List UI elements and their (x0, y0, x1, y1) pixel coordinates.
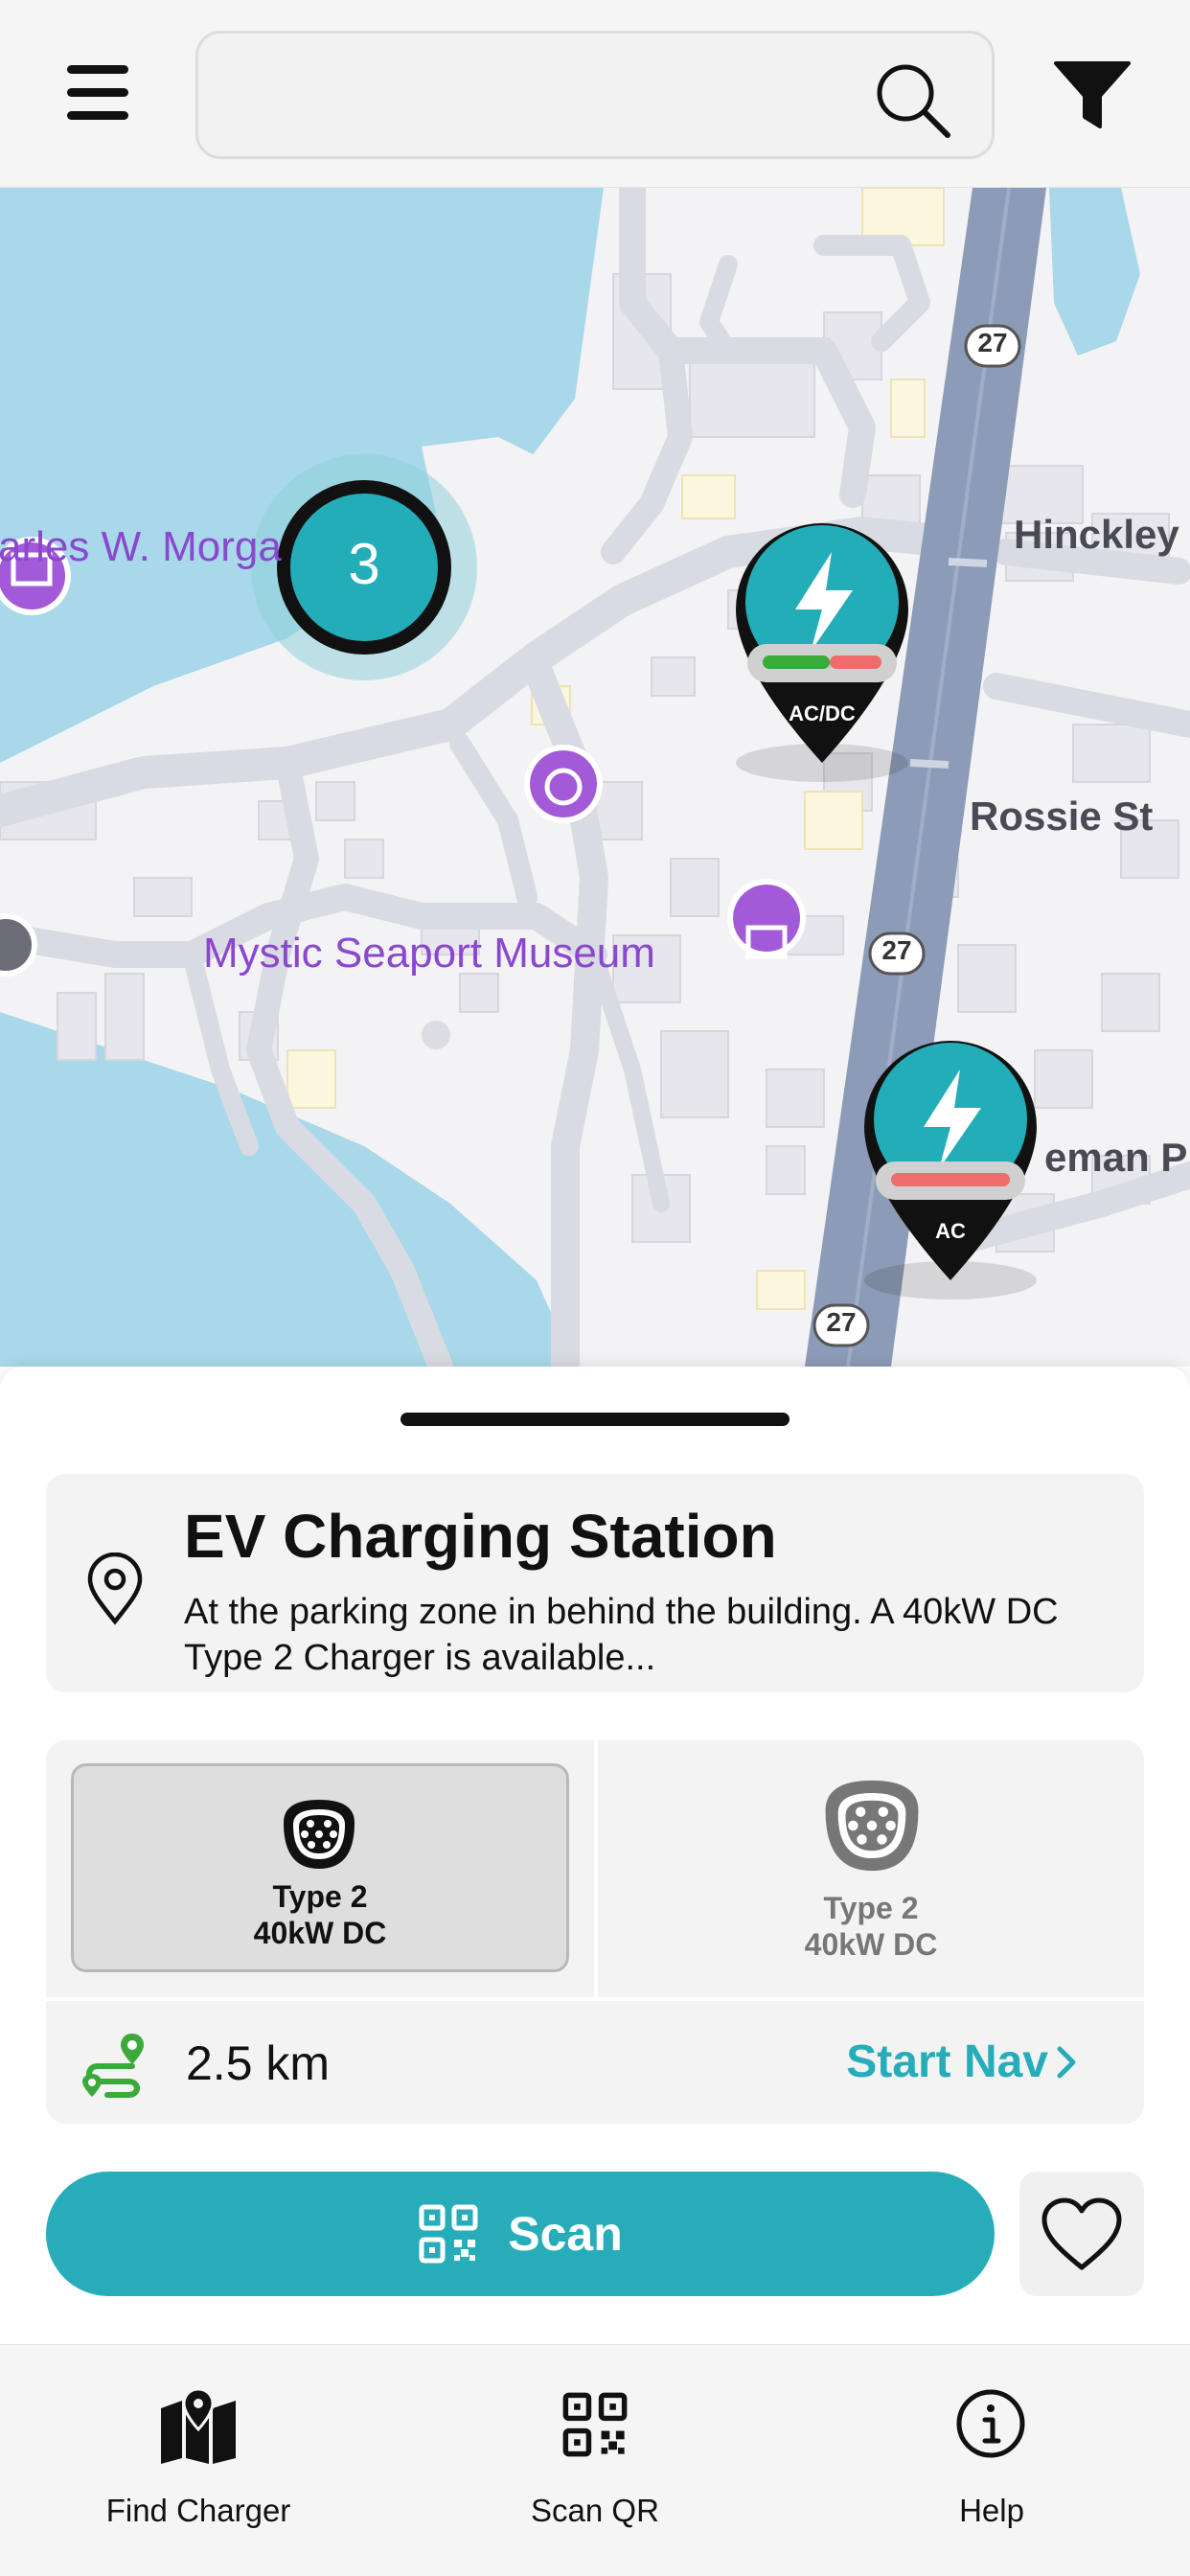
connector-power: 40kW DC (253, 1916, 387, 1950)
route-shield: 27 (826, 1307, 857, 1337)
map-label-seaport: Mystic Seaport Museum (203, 930, 655, 977)
connector-panel: Type 2 40kW DC Type 2 40kW DC 2.5 km Sta… (46, 1740, 1144, 2124)
map-label-hinckley: Hinckley (1014, 512, 1179, 557)
sheet-drag-handle[interactable] (400, 1413, 790, 1426)
type2-plug-icon (825, 1780, 919, 1872)
search-input[interactable] (223, 53, 856, 139)
route-shield: 27 (977, 328, 1008, 357)
qr-icon (562, 2392, 628, 2457)
connector-type: Type 2 (823, 1891, 919, 1925)
location-pin-icon (87, 1552, 143, 1625)
map-label-street: eman P (1044, 1135, 1188, 1180)
tab-find-charger[interactable]: Find Charger (0, 2345, 397, 2576)
map-icon (161, 2387, 236, 2464)
station-sheet: EV Charging Station At the parking zone … (0, 1367, 1190, 2344)
qr-icon (419, 2204, 478, 2264)
tab-label: Scan QR (531, 2493, 659, 2528)
search-icon[interactable] (873, 60, 953, 141)
map-canvas (0, 188, 1190, 1367)
scan-button[interactable]: Scan (46, 2172, 995, 2296)
route-shield: 27 (881, 935, 912, 965)
charger-marker-type[interactable]: AC (903, 1219, 998, 1244)
info-icon (956, 2389, 1025, 2458)
filter-icon[interactable] (1052, 59, 1133, 132)
heart-icon (1041, 2197, 1122, 2270)
station-info-card[interactable]: EV Charging Station At the parking zone … (46, 1474, 1144, 1692)
search-bar[interactable] (195, 31, 995, 159)
tab-label: Find Charger (105, 2493, 291, 2528)
tab-label: Help (959, 2493, 1024, 2528)
station-title: EV Charging Station (184, 1502, 777, 1571)
top-bar (0, 0, 1190, 188)
distance-value: 2.5 km (186, 2036, 331, 2090)
favorite-button[interactable] (1019, 2172, 1144, 2296)
connector-type: Type 2 (272, 1879, 368, 1914)
type2-plug-icon (284, 1800, 355, 1869)
connector-option[interactable]: Type 2 40kW DC (46, 1740, 594, 1997)
charger-marker-type[interactable]: AC/DC (774, 702, 870, 726)
cluster-marker[interactable]: 3 (326, 531, 402, 597)
map-view[interactable]: arles W. Morga Mystic Seaport Museum Hin… (0, 188, 1190, 1367)
tab-scan-qr[interactable]: Scan QR (397, 2345, 793, 2576)
map-label-rossie: Rossie St (970, 794, 1154, 839)
connector-label: Type 2 40kW DC (46, 1878, 594, 1951)
chevron-right-icon[interactable] (1052, 2041, 1081, 2083)
bottom-navigation: Find Charger Scan QR Help (0, 2344, 1190, 2576)
map-label-museum: arles W. Morga (0, 523, 282, 570)
route-icon (82, 2034, 144, 2098)
station-description: At the parking zone in behind the buildi… (184, 1592, 1059, 1678)
menu-icon-bar (67, 65, 128, 74)
connector-power: 40kW DC (804, 1927, 938, 1962)
start-nav-button[interactable]: Start Nav (846, 2036, 1048, 2088)
connector-option[interactable]: Type 2 40kW DC (598, 1740, 1144, 1997)
menu-icon-bar (67, 111, 128, 120)
tab-help[interactable]: Help (793, 2345, 1190, 2576)
menu-icon-bar (67, 88, 128, 97)
scan-button-label: Scan (508, 2207, 623, 2261)
menu-button[interactable] (61, 59, 138, 126)
connector-label: Type 2 40kW DC (598, 1890, 1144, 1963)
navigation-row: 2.5 km Start Nav (46, 2001, 1144, 2124)
